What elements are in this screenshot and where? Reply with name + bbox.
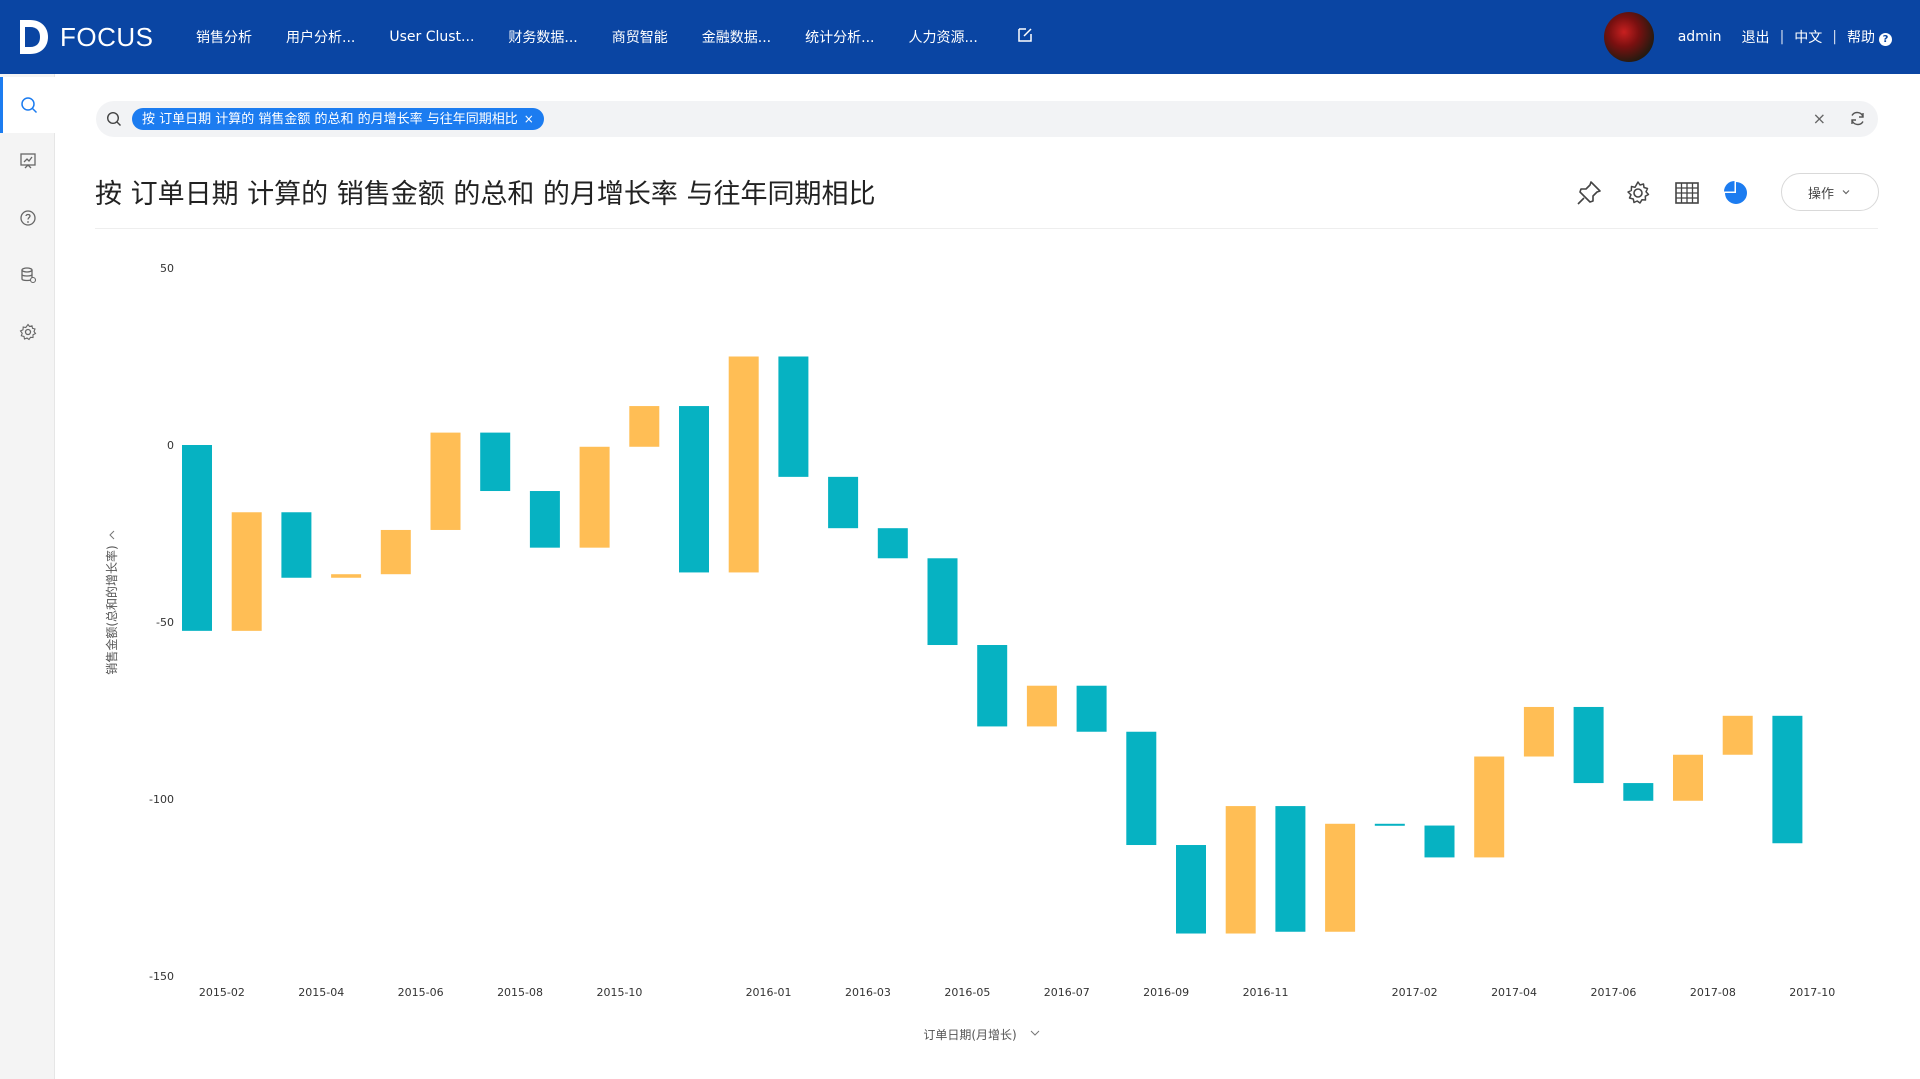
bar[interactable] bbox=[1523, 706, 1554, 757]
x-tick-label: 2017-04 bbox=[1491, 986, 1537, 999]
bar[interactable] bbox=[1374, 823, 1405, 826]
bar[interactable] bbox=[1026, 685, 1057, 727]
waterfall-chart: 500-50-100-150 2015-02 2015-04 2015-06 2015… bbox=[104, 262, 1835, 1042]
bar[interactable] bbox=[529, 491, 560, 548]
bar[interactable] bbox=[231, 512, 262, 631]
bar[interactable] bbox=[1325, 823, 1356, 932]
bar[interactable] bbox=[1225, 806, 1256, 934]
y-tick-label: -50 bbox=[156, 616, 174, 629]
y-tick-label: 0 bbox=[167, 439, 174, 452]
bars bbox=[182, 356, 1803, 934]
x-tick-label: 2016-07 bbox=[1044, 986, 1090, 999]
bar[interactable] bbox=[629, 406, 660, 447]
x-tick-label: 2017-02 bbox=[1392, 986, 1438, 999]
bar[interactable] bbox=[281, 512, 312, 578]
bar[interactable] bbox=[1722, 715, 1753, 755]
chevron-down-icon[interactable] bbox=[1030, 1030, 1040, 1036]
y-tick-label: 50 bbox=[160, 262, 174, 275]
bar[interactable] bbox=[1275, 806, 1306, 932]
bar[interactable] bbox=[977, 645, 1008, 727]
x-tick-label: 2016-05 bbox=[944, 986, 990, 999]
bar[interactable] bbox=[1424, 825, 1455, 858]
x-tick-label: 2016-03 bbox=[845, 986, 891, 999]
bar[interactable] bbox=[1573, 706, 1604, 784]
bar[interactable] bbox=[480, 432, 511, 492]
x-axis: 2015-02 2015-04 2015-06 2015-08 2015-10 2016-… bbox=[199, 986, 1835, 999]
bar[interactable] bbox=[1126, 731, 1157, 846]
bar[interactable] bbox=[331, 574, 362, 578]
x-tick-label: 2015-08 bbox=[497, 986, 543, 999]
y-tick-label: -100 bbox=[149, 793, 174, 806]
bar[interactable] bbox=[927, 558, 958, 646]
bar[interactable] bbox=[1772, 715, 1803, 844]
bar[interactable] bbox=[778, 356, 809, 477]
bar[interactable] bbox=[828, 476, 859, 529]
x-tick-label: 2015-02 bbox=[199, 986, 245, 999]
x-tick-label: 2016-11 bbox=[1243, 986, 1289, 999]
bar[interactable] bbox=[877, 528, 908, 559]
bar[interactable] bbox=[679, 406, 709, 573]
x-tick-label: 2015-06 bbox=[398, 986, 444, 999]
bar[interactable] bbox=[728, 356, 759, 573]
x-axis-title[interactable]: 订单日期(月增长) bbox=[923, 1028, 1016, 1042]
bar[interactable] bbox=[1176, 845, 1206, 934]
x-tick-label: 2015-10 bbox=[596, 986, 642, 999]
x-tick-label: 2017-06 bbox=[1590, 986, 1636, 999]
y-axis-title[interactable]: 销售金额(总和的增长率) bbox=[104, 545, 119, 674]
bar[interactable] bbox=[380, 529, 411, 575]
bar[interactable] bbox=[1673, 754, 1703, 801]
bar[interactable] bbox=[1474, 756, 1505, 858]
x-tick-label: 2017-08 bbox=[1690, 986, 1736, 999]
bar[interactable] bbox=[579, 446, 610, 548]
bar[interactable] bbox=[182, 445, 212, 631]
bar[interactable] bbox=[430, 432, 461, 530]
x-tick-label: 2016-01 bbox=[746, 986, 792, 999]
x-tick-label: 2017-10 bbox=[1789, 986, 1835, 999]
x-tick-label: 2015-04 bbox=[298, 986, 344, 999]
x-tick-label: 2016-09 bbox=[1143, 986, 1189, 999]
chevron-down-icon[interactable] bbox=[109, 530, 115, 540]
y-axis: 50 0 -50 -100 -150 bbox=[149, 262, 174, 983]
y-tick-label: -150 bbox=[149, 970, 174, 983]
bar[interactable] bbox=[1076, 685, 1107, 732]
bar[interactable] bbox=[1623, 783, 1654, 801]
